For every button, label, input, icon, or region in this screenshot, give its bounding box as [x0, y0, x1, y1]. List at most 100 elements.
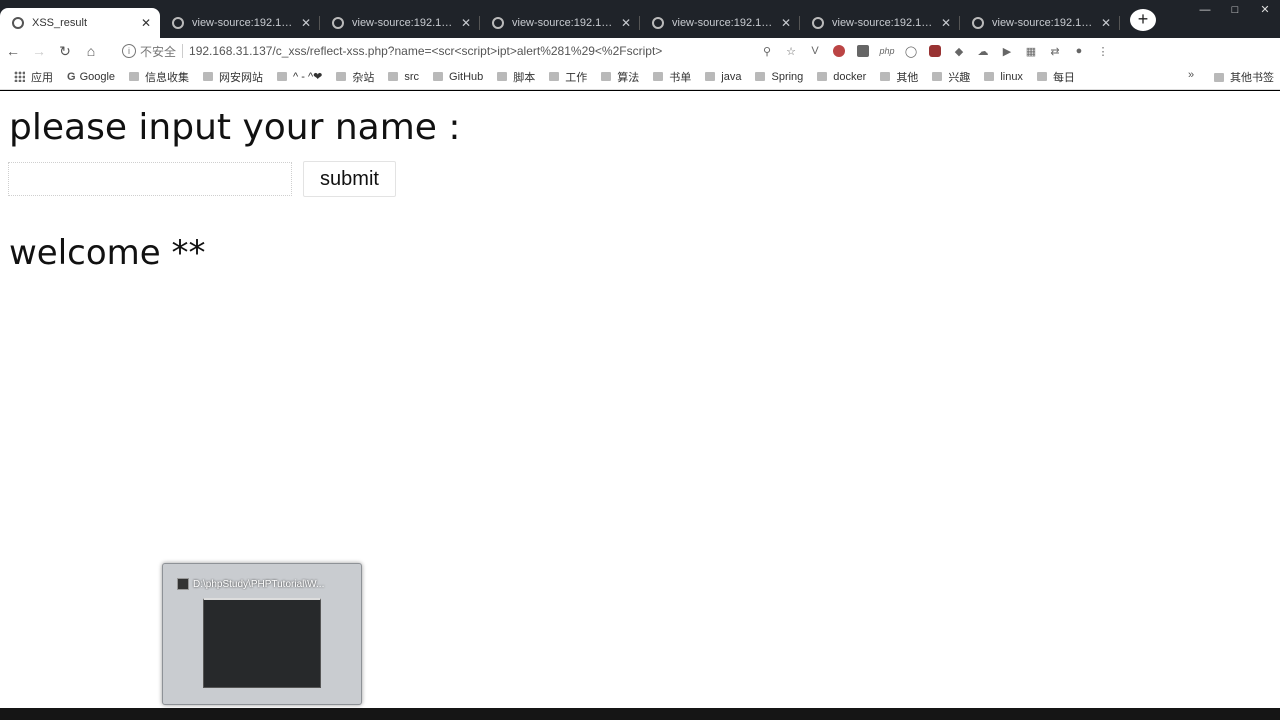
tab-title: view-source:192.168. [352, 17, 456, 29]
preview-header: D:\phpStudy\PHPTutorial\W... [177, 578, 353, 590]
extensions-area: ⚲ ☆ V php ◯ ◆ ☁ ▶ ▦ ⇄ ● ⋮ [756, 40, 1116, 62]
extension-diamond-icon[interactable]: ◆ [948, 40, 970, 62]
url-text[interactable]: 192.168.31.137/c_xss/reflect-xss.php?nam… [189, 44, 662, 58]
bookmark-item[interactable]: GitHub [433, 71, 483, 83]
folder-icon [277, 72, 288, 81]
tab-1[interactable]: view-source:192.168. ✕ [160, 8, 320, 38]
extension-v-icon[interactable]: V [804, 40, 826, 62]
bookmark-item[interactable]: 脚本 [497, 69, 535, 85]
bookmark-label: 应用 [31, 71, 53, 84]
bookmark-item[interactable]: 应用 [14, 69, 53, 85]
extension-shield-icon[interactable] [924, 40, 946, 62]
close-tab-icon[interactable]: ✕ [780, 16, 792, 30]
tab-title: view-source:192.168. [832, 17, 936, 29]
bookmark-item[interactable]: Spring [755, 71, 803, 83]
home-button[interactable]: ⌂ [78, 39, 104, 63]
page-heading: please input your name : [9, 107, 461, 148]
bookmark-item[interactable]: 书单 [653, 69, 691, 85]
taskbar-window-preview[interactable]: D:\phpStudy\PHPTutorial\W... [162, 563, 362, 705]
name-input[interactable] [8, 162, 292, 196]
folder-icon [388, 72, 399, 81]
extension-arrows-icon[interactable]: ⇄ [1044, 40, 1066, 62]
bookmark-item[interactable]: ^ - ^❤ [277, 70, 322, 83]
close-tab-icon[interactable]: ✕ [620, 16, 632, 30]
folder-icon [433, 72, 444, 81]
omnibox-divider [182, 44, 184, 58]
tab-title: view-source:192.168. [992, 17, 1096, 29]
bookmark-label: 杂站 [352, 71, 375, 84]
tab-3[interactable]: view-source:192.168. ✕ [480, 8, 640, 38]
profile-icon[interactable]: ● [1068, 40, 1090, 62]
zoom-icon[interactable]: ⚲ [756, 40, 778, 62]
tab-4[interactable]: view-source:192.168. ✕ [640, 8, 800, 38]
bookmark-item[interactable]: 信息收集 [129, 69, 189, 85]
reload-button[interactable]: ↻ [52, 39, 78, 63]
bookmark-item[interactable]: 杂站 [336, 69, 374, 85]
bookmark-item[interactable]: 其他 [880, 69, 918, 85]
tab-0[interactable]: XSS_result ✕ [0, 8, 160, 38]
folder-icon [653, 72, 664, 81]
bookmark-item[interactable]: 工作 [549, 69, 587, 85]
globe-icon [972, 17, 984, 29]
console-app-icon [177, 578, 189, 590]
browser-toolbar: ← → ↻ ⌂ i 不安全 192.168.31.137/c_xss/refle… [0, 38, 1280, 64]
bookmark-item[interactable]: src [388, 71, 419, 83]
taskbar [0, 708, 1280, 720]
globe-icon [172, 17, 184, 29]
new-tab-button[interactable]: + [1130, 9, 1156, 31]
folder-icon [755, 72, 766, 81]
folder-icon [601, 72, 612, 81]
folder-icon [932, 72, 943, 81]
globe-icon [652, 17, 664, 29]
extension-abp-icon[interactable] [828, 40, 850, 62]
tab-separator [1119, 16, 1120, 30]
preview-thumbnail[interactable] [203, 598, 321, 688]
extension-grid-icon[interactable]: ▦ [1020, 40, 1042, 62]
info-icon[interactable]: i [122, 44, 136, 58]
tab-5[interactable]: view-source:192.168. ✕ [800, 8, 960, 38]
folder-icon [880, 72, 891, 81]
tab-2[interactable]: view-source:192.168. ✕ [320, 8, 480, 38]
welcome-message: welcome ** [9, 233, 206, 273]
close-tab-icon[interactable]: ✕ [940, 16, 952, 30]
close-tab-icon[interactable]: ✕ [300, 16, 312, 30]
back-button[interactable]: ← [0, 39, 26, 63]
extension-play-icon[interactable]: ▶ [996, 40, 1018, 62]
folder-icon [129, 72, 140, 81]
bookmark-item[interactable]: 网安网站 [203, 69, 263, 85]
bookmark-item[interactable]: 兴趣 [932, 69, 970, 85]
tab-6[interactable]: view-source:192.168. ✕ [960, 8, 1120, 38]
bookmark-item[interactable]: 每日 [1036, 69, 1075, 85]
close-tab-icon[interactable]: ✕ [1100, 16, 1112, 30]
minimize-icon[interactable]: — [1190, 0, 1220, 22]
menu-icon[interactable]: ⋮ [1092, 40, 1114, 62]
pocket-icon[interactable]: ◯ [900, 40, 922, 62]
tab-title: view-source:192.168. [672, 17, 776, 29]
folder-icon [1214, 72, 1224, 82]
bookmark-label: GitHub [449, 70, 484, 83]
close-tab-icon[interactable]: ✕ [460, 16, 472, 30]
bookmark-item[interactable]: java [705, 71, 741, 83]
folder-icon [984, 72, 995, 81]
bookmark-label: 兴趣 [948, 71, 971, 84]
forward-button[interactable]: → [26, 39, 52, 63]
close-tab-icon[interactable]: ✕ [140, 16, 152, 30]
bookmark-item[interactable]: G Google [67, 71, 115, 83]
bookmark-star-icon[interactable]: ☆ [780, 40, 802, 62]
bookmark-item[interactable]: 算法 [601, 69, 639, 85]
bookmark-label: ^ - ^❤ [293, 71, 323, 83]
close-window-icon[interactable]: ✕ [1250, 0, 1280, 22]
bookmark-item[interactable]: linux [984, 71, 1023, 83]
bookmark-label: 每日 [1052, 71, 1075, 84]
maximize-icon[interactable]: □ [1220, 0, 1250, 22]
bookmark-item[interactable]: docker [817, 71, 866, 83]
cloud-icon[interactable]: ☁ [972, 40, 994, 62]
extension-box-icon[interactable] [852, 40, 874, 62]
other-bookmarks[interactable]: 其他书签 [1200, 64, 1274, 90]
submit-button[interactable]: submit [303, 161, 396, 197]
bookmark-label: 信息收集 [145, 71, 190, 84]
address-bar[interactable]: i 不安全 192.168.31.137/c_xss/reflect-xss.p… [116, 39, 816, 63]
preview-title: D:\phpStudy\PHPTutorial\W... [193, 578, 325, 590]
extension-php-icon[interactable]: php [876, 40, 898, 62]
bookmarks-overflow-chevron[interactable]: » [1188, 69, 1194, 81]
